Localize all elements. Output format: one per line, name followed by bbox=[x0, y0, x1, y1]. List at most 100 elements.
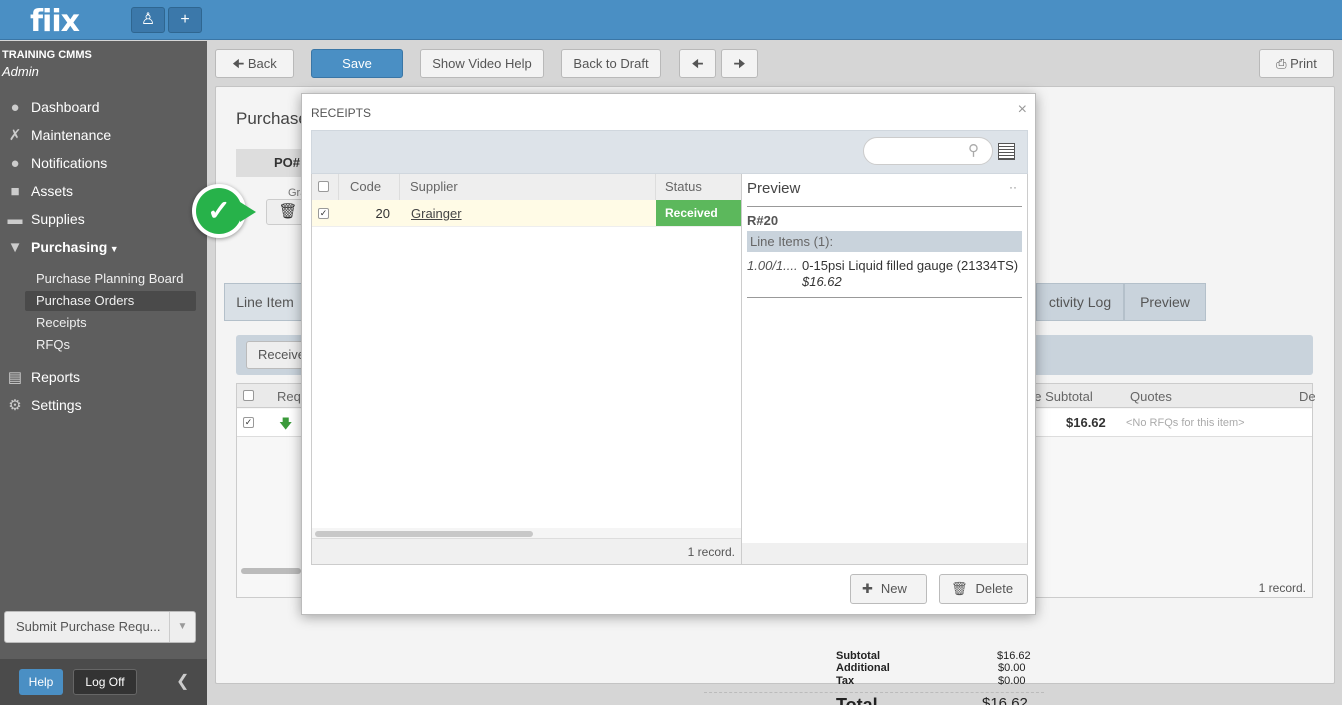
page-title: Purchase bbox=[236, 109, 308, 128]
chevron-down-icon[interactable]: ▼ bbox=[169, 612, 195, 642]
tutorial-callout: ✓ bbox=[192, 184, 246, 238]
additional-value: $0.00 bbox=[998, 662, 1026, 674]
new-receipt-button[interactable]: ✚ New bbox=[850, 574, 927, 604]
line-item-qty: 1.00/1.... bbox=[747, 258, 798, 273]
top-bar: fiix ♙ + bbox=[0, 0, 1342, 40]
tab-activity-log[interactable]: ctivity Log bbox=[1036, 283, 1124, 321]
chevron-down-icon: ▼ bbox=[107, 244, 119, 254]
back-to-draft-button[interactable]: Back to Draft bbox=[561, 49, 661, 78]
tab-line-items[interactable]: Line Item bbox=[224, 283, 306, 321]
sidebar-item-maintenance[interactable]: ✗ Maintenance bbox=[4, 123, 111, 147]
sidebar-item-supplies[interactable]: ▬ Supplies bbox=[4, 207, 85, 231]
save-button[interactable]: Save bbox=[311, 49, 403, 78]
sidebar-item-notifications[interactable]: ● Notifications bbox=[4, 151, 107, 175]
chart-icon: ▤ bbox=[7, 369, 23, 387]
arrow-right-icon: 🠊 bbox=[733, 56, 746, 71]
close-icon[interactable]: × bbox=[1018, 101, 1027, 119]
search-icon[interactable]: ⚲ bbox=[968, 141, 979, 159]
trash-icon: 🗑 bbox=[951, 581, 968, 596]
cart-icon: ▼ bbox=[7, 239, 23, 257]
arrow-left-icon: 🠈 bbox=[232, 56, 245, 71]
row-checkbox[interactable]: ✓ bbox=[318, 208, 329, 219]
list-header-checkbox-col bbox=[312, 174, 339, 200]
add-document-icon: ✚ bbox=[862, 581, 873, 596]
log-off-button[interactable]: Log Off bbox=[73, 669, 137, 695]
back-button[interactable]: 🠈 Back bbox=[215, 49, 294, 78]
total-value: $16.62 bbox=[982, 695, 1028, 705]
column-header-status[interactable]: Status bbox=[656, 174, 741, 200]
row-checkbox[interactable]: ✓ bbox=[243, 417, 254, 428]
column-header-quotes[interactable]: Quotes bbox=[1130, 389, 1172, 404]
sidebar-item-dashboard[interactable]: ● Dashboard bbox=[4, 95, 99, 119]
scrollbar-thumb[interactable] bbox=[315, 531, 533, 537]
tools-icon: ✗ bbox=[8, 127, 22, 145]
submit-purchase-request-button[interactable]: Submit Purchase Requ... ▼ bbox=[4, 611, 196, 643]
sidebar: TRAINING CMMS Admin ● Dashboard ✗ Maintena… bbox=[0, 41, 207, 705]
list-view-icon[interactable] bbox=[998, 143, 1015, 160]
subtotal-value: $16.62 bbox=[997, 650, 1031, 662]
select-all-checkbox[interactable] bbox=[243, 390, 254, 401]
column-header-description[interactable]: De bbox=[1299, 389, 1316, 404]
additional-label: Additional bbox=[836, 662, 890, 674]
preview-footer bbox=[742, 543, 1027, 564]
tax-value: $0.00 bbox=[998, 675, 1026, 687]
select-all-checkbox[interactable] bbox=[318, 181, 329, 192]
list-record-count: 1 record. bbox=[312, 538, 741, 564]
preview-divider bbox=[747, 206, 1022, 207]
sidebar-sub-rfqs[interactable]: RFQs bbox=[25, 335, 196, 355]
column-header-supplier[interactable]: Supplier bbox=[400, 174, 656, 200]
show-video-help-button[interactable]: Show Video Help bbox=[420, 49, 544, 78]
totals-divider bbox=[704, 692, 1044, 693]
previous-record-button[interactable]: 🠈 bbox=[679, 49, 716, 78]
delete-receipt-button[interactable]: 🗑 Delete bbox=[939, 574, 1028, 604]
more-options-icon[interactable]: ·· bbox=[1009, 180, 1017, 194]
sidebar-sub-receipts[interactable]: Receipts bbox=[25, 313, 196, 333]
quotes-value: <No RFQs for this item> bbox=[1126, 417, 1245, 429]
fiix-logo[interactable]: fiix bbox=[30, 4, 80, 39]
subtotal-label: Subtotal bbox=[836, 650, 880, 662]
truck-icon: ▬ bbox=[7, 211, 23, 229]
checkmark-icon: ✓ bbox=[196, 188, 242, 234]
tax-label: Tax bbox=[836, 675, 855, 687]
modal-search-strip: ⚲ bbox=[311, 130, 1028, 174]
status-badge: Received bbox=[656, 200, 741, 226]
chat-icon: ● bbox=[10, 155, 20, 173]
print-button[interactable]: ⎙ Print bbox=[1259, 49, 1334, 78]
next-record-button[interactable]: 🠊 bbox=[721, 49, 758, 78]
sidebar-item-assets[interactable]: ■ Assets bbox=[4, 179, 73, 203]
sidebar-footer: Help Log Off ❮ bbox=[0, 659, 207, 705]
gear-icon: ⚙ bbox=[8, 397, 22, 415]
receipt-number: R#20 bbox=[747, 213, 779, 228]
box-icon: ■ bbox=[10, 183, 20, 201]
org-name: TRAINING CMMS bbox=[2, 49, 92, 61]
supplier-link[interactable]: Grainger bbox=[411, 206, 462, 221]
modal-title: RECEIPTS bbox=[311, 106, 372, 120]
sidebar-item-purchasing[interactable]: ▼ Purchasing ▼ bbox=[4, 235, 119, 259]
receive-arrow-icon[interactable]: 🡇 bbox=[279, 415, 292, 437]
help-button[interactable]: Help bbox=[19, 669, 63, 695]
user-icon[interactable]: ♙ bbox=[131, 7, 165, 33]
receipt-preview: Preview ·· R#20 Line Items (1): 1.00/1..… bbox=[742, 174, 1028, 565]
list-horizontal-scrollbar[interactable] bbox=[312, 528, 741, 538]
table-row[interactable]: ✓ 20 Grainger Received bbox=[312, 200, 741, 227]
preview-divider bbox=[747, 297, 1022, 298]
grid-horizontal-scrollbar[interactable] bbox=[241, 568, 301, 574]
column-header-code[interactable]: Code bbox=[339, 174, 400, 200]
tab-preview[interactable]: Preview bbox=[1124, 283, 1206, 321]
collapse-sidebar-icon[interactable]: ❮ bbox=[176, 669, 189, 695]
dashboard-icon: ● bbox=[10, 99, 20, 117]
sidebar-sub-purchase-orders[interactable]: Purchase Orders bbox=[25, 291, 196, 311]
line-item-price: $16.62 bbox=[802, 274, 842, 289]
column-header-line-subtotal[interactable]: ne Subtotal bbox=[1027, 389, 1093, 404]
plus-icon[interactable]: + bbox=[168, 7, 202, 33]
total-label: Total bbox=[836, 695, 878, 705]
grid-record-count: 1 record. bbox=[1258, 581, 1306, 595]
po-number-label: PO# bbox=[236, 149, 306, 177]
user-role: Admin bbox=[2, 64, 39, 79]
preview-title: Preview bbox=[747, 180, 801, 197]
sidebar-sub-purchase-planning-board[interactable]: Purchase Planning Board bbox=[25, 269, 196, 289]
sidebar-item-reports[interactable]: ▤ Reports bbox=[4, 365, 80, 389]
callout-arrow bbox=[240, 202, 256, 222]
arrow-left-icon: 🠈 bbox=[691, 56, 704, 71]
sidebar-item-settings[interactable]: ⚙ Settings bbox=[4, 393, 81, 417]
